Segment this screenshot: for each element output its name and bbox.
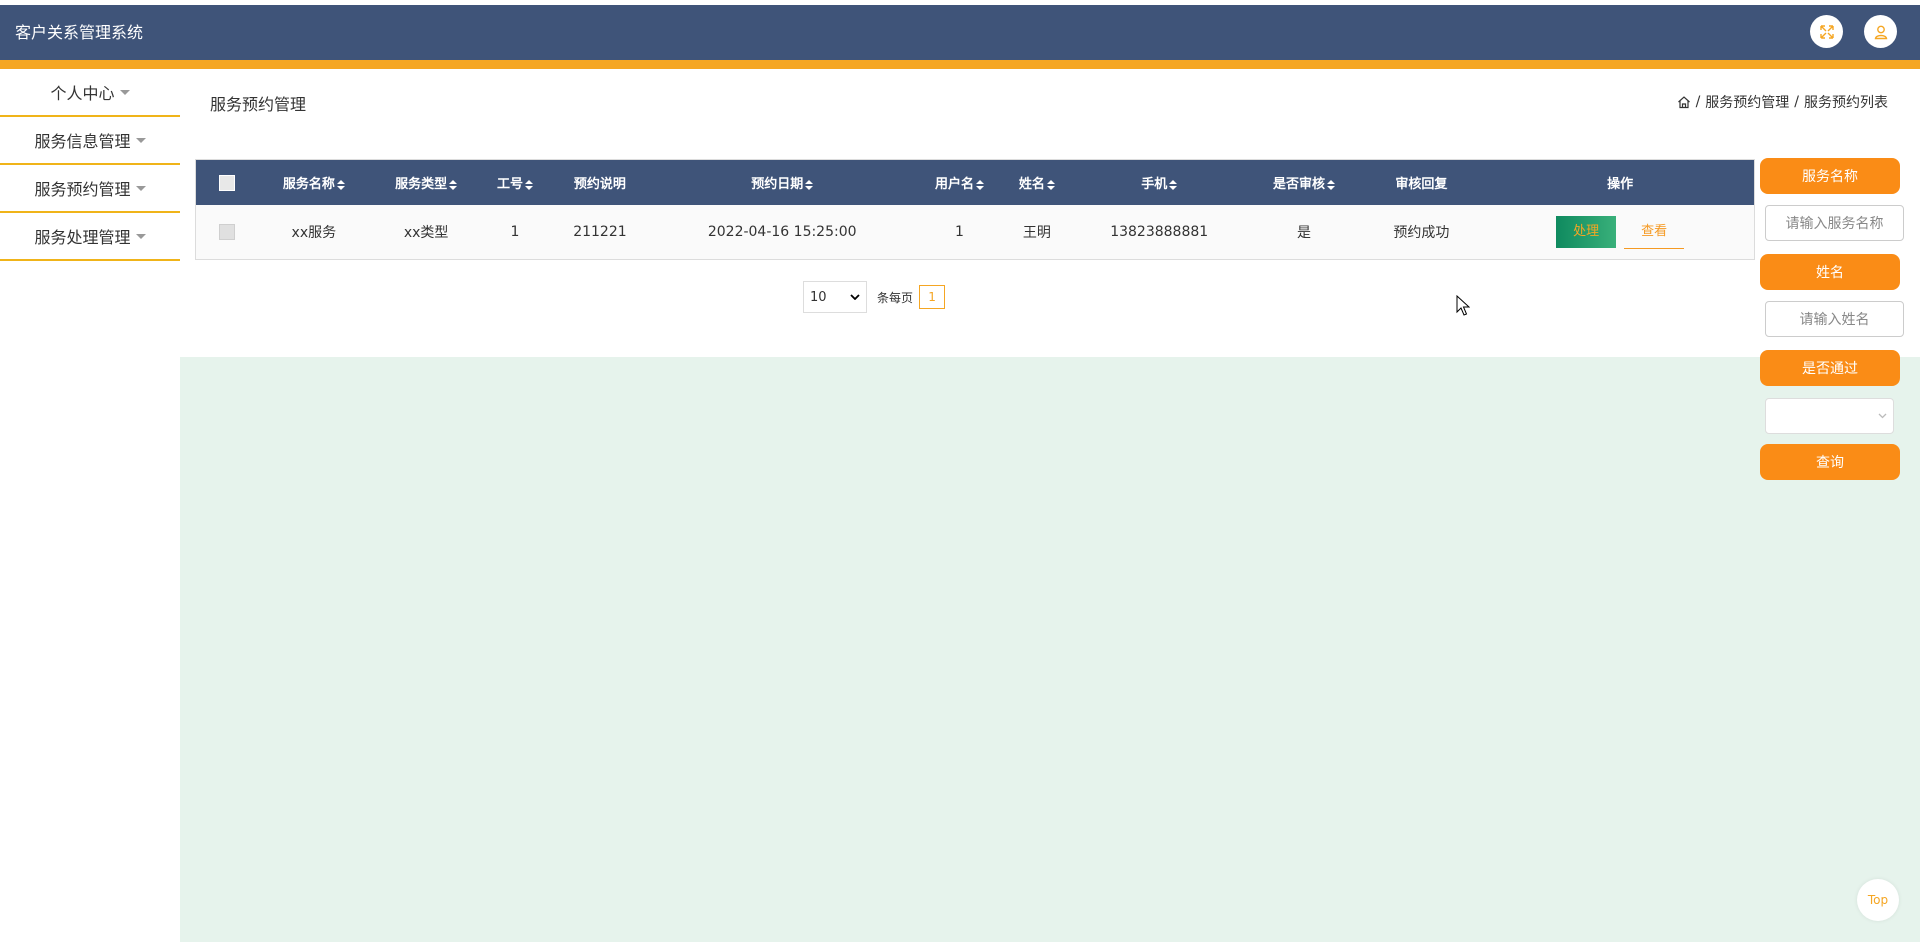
column-header[interactable]: 是否审核 [1252, 160, 1357, 205]
cell-reviewed: 是 [1297, 225, 1312, 241]
sort-icon [1046, 179, 1055, 190]
page-number-current[interactable]: 1 [919, 285, 946, 309]
cell-job-no: 1 [510, 224, 520, 240]
row-checkbox[interactable] [218, 224, 235, 240]
column-header[interactable]: 手机 [1067, 160, 1252, 205]
cell-username: 1 [954, 224, 964, 240]
page-size-value: 10 [810, 289, 827, 305]
column-header[interactable]: 预约日期 [652, 160, 912, 205]
sidebar-item-label: 服务信息管理 [34, 132, 131, 151]
column-header[interactable]: 服务类型 [370, 160, 483, 205]
breadcrumb: / 服务预约管理 / 服务预约列表 [1677, 92, 1888, 112]
expand-icon [1819, 24, 1834, 39]
mouse-cursor-icon [1456, 295, 1470, 316]
process-button[interactable]: 处理 [1556, 215, 1617, 248]
sort-icon [975, 179, 984, 190]
sidebar: 个人中心 服务信息管理 服务预约管理 服务处理管理 [0, 69, 180, 261]
view-button[interactable]: 查看 [1624, 217, 1685, 249]
caret-down-icon [135, 233, 146, 239]
table-header-row: 服务名称 服务类型 工号 预约说明 预约日期 用户名 姓名 手机 是否审核 审核… [196, 160, 1754, 205]
sidebar-item-personal-center[interactable]: 个人中心 [0, 69, 180, 117]
sidebar-item-service-handling[interactable]: 服务处理管理 [0, 213, 180, 261]
sidebar-item-service-booking[interactable]: 服务预约管理 [0, 165, 180, 213]
cell-name: 王明 [1022, 225, 1051, 241]
user-button[interactable] [1864, 15, 1897, 48]
sort-icon [449, 179, 458, 190]
pagination: 10 条每页 1 [803, 281, 946, 313]
sort-icon [336, 179, 345, 190]
sidebar-item-label: 服务预约管理 [34, 180, 131, 199]
column-header[interactable]: 姓名 [1007, 160, 1067, 205]
caret-down-icon [135, 137, 146, 143]
fullscreen-button[interactable] [1810, 15, 1843, 48]
sort-icon [1327, 179, 1336, 190]
column-header[interactable]: 工号 [483, 160, 548, 205]
select-all-checkbox[interactable] [218, 174, 235, 191]
cell-service-name: xx服务 [291, 225, 337, 241]
header-checkbox-cell [196, 160, 258, 205]
sidebar-item-label: 个人中心 [50, 84, 115, 103]
booking-table: 服务名称 服务类型 工号 预约说明 预约日期 用户名 姓名 手机 是否审核 审核… [195, 159, 1755, 260]
content-background [180, 357, 1920, 942]
sort-icon [525, 179, 534, 190]
name-input[interactable]: 请输入姓名 [1765, 301, 1904, 337]
column-header: 预约说明 [573, 177, 626, 192]
column-header[interactable]: 服务名称 [258, 160, 370, 205]
passed-select[interactable] [1765, 398, 1894, 434]
back-to-top-button[interactable]: Top [1857, 879, 1899, 921]
query-button[interactable]: 查询 [1760, 444, 1900, 480]
page-size-select[interactable]: 10 [803, 281, 867, 313]
home-icon[interactable] [1677, 95, 1691, 109]
caret-down-icon [135, 185, 146, 191]
app-title: 客户关系管理系统 [15, 23, 144, 42]
cell-reply: 预约成功 [1393, 225, 1450, 241]
cell-note: 211221 [573, 224, 627, 240]
breadcrumb-item[interactable]: 服务预约管理 [1705, 92, 1789, 112]
service-name-label: 服务名称 [1760, 158, 1900, 194]
breadcrumb-separator: / [1695, 94, 1701, 110]
service-name-input[interactable]: 请输入服务名称 [1765, 205, 1904, 241]
per-page-label: 条每页 [877, 290, 914, 305]
cell-date: 2022-04-16 15:25:00 [707, 224, 857, 240]
header-accent-stripe [0, 60, 1920, 69]
user-icon [1874, 25, 1887, 39]
chevron-down-icon [1878, 413, 1887, 419]
table-row: xx服务 xx类型 1 211221 2022-04-16 15:25:00 1… [196, 205, 1754, 259]
app-header: 客户关系管理系统 [0, 5, 1920, 60]
sidebar-item-label: 服务处理管理 [34, 228, 131, 247]
search-panel: 服务名称 请输入服务名称 姓名 请输入姓名 是否通过 查询 [1760, 158, 1905, 480]
breadcrumb-item: 服务预约列表 [1804, 95, 1888, 111]
cell-phone: 13823888881 [1110, 224, 1209, 240]
cell-service-type: xx类型 [403, 225, 449, 241]
cell-actions: 处理 查看 [1486, 205, 1754, 259]
chevron-down-icon [850, 294, 860, 300]
sort-icon [1169, 179, 1178, 190]
column-header: 审核回复 [1395, 177, 1448, 192]
column-header: 操作 [1607, 177, 1634, 192]
page-title: 服务预约管理 [210, 95, 307, 114]
sort-icon [805, 179, 814, 190]
breadcrumb-separator: / [1794, 94, 1799, 110]
column-header[interactable]: 用户名 [912, 160, 1007, 205]
passed-label: 是否通过 [1760, 350, 1900, 386]
row-checkbox-cell [196, 205, 258, 259]
sidebar-item-service-info[interactable]: 服务信息管理 [0, 117, 180, 165]
name-label: 姓名 [1760, 254, 1900, 290]
caret-down-icon [119, 89, 130, 95]
